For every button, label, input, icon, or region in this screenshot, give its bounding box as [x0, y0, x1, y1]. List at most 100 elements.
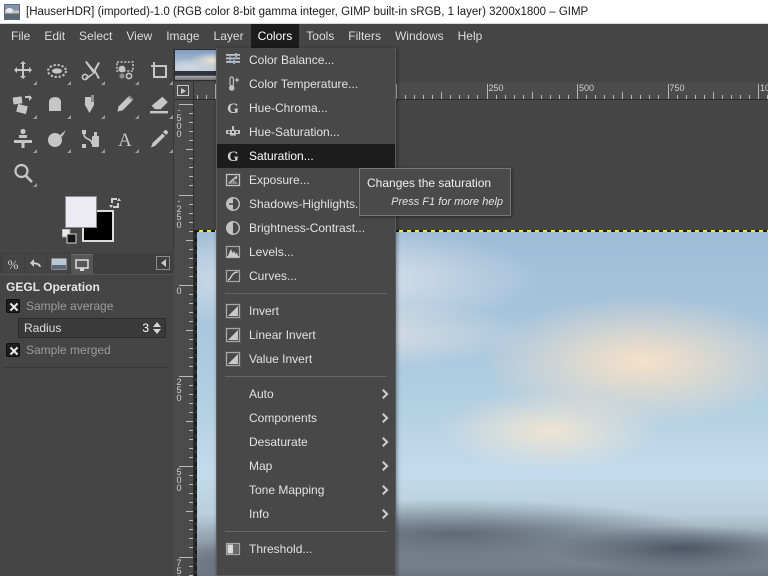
swap-colors-icon[interactable]	[108, 196, 122, 210]
menubar-item-windows[interactable]: Windows	[388, 24, 451, 48]
images-tab-icon[interactable]	[48, 254, 70, 274]
colors-menu-item-value-invert[interactable]: Value Invert	[217, 347, 395, 371]
undo-history-tab-icon[interactable]	[25, 254, 47, 274]
ruler-tick	[189, 447, 193, 449]
colors-menu-item-components[interactable]: Components	[217, 406, 395, 430]
ruler-tick	[694, 95, 696, 99]
color-area[interactable]	[61, 196, 122, 244]
colors-menu-item-label: Threshold...	[249, 542, 313, 556]
dock-tab-strip[interactable]: %	[0, 253, 174, 275]
vertical-ruler[interactable]: -500 -250 0 250 500 750	[174, 100, 194, 576]
tool-corner-triangle	[67, 115, 71, 119]
dock-menu-button[interactable]	[156, 256, 170, 270]
svg-text:G: G	[227, 101, 239, 116]
menubar-item-help[interactable]: Help	[451, 24, 490, 48]
menu-bar[interactable]: File Edit Select View Image Layer Colors Tools F…	[0, 24, 768, 48]
colors-menu-item-invert[interactable]: Invert	[217, 299, 395, 323]
menubar-item-tools[interactable]: Tools	[299, 24, 341, 48]
menubar-item-colors[interactable]: Colors	[250, 24, 300, 48]
colors-menu-item-label: Saturation...	[249, 149, 314, 163]
foreground-color-swatch[interactable]	[65, 196, 97, 228]
ruler-tick	[189, 384, 193, 386]
colors-menu-item-tone-mapping[interactable]: Tone Mapping	[217, 478, 395, 502]
transform-tool-icon[interactable]	[6, 88, 40, 122]
fuzzy-select-tool-icon[interactable]	[108, 54, 142, 88]
tool-corner-triangle	[67, 81, 71, 85]
ruler-corner-navigation[interactable]	[174, 82, 194, 100]
menubar-item-filters[interactable]: Filters	[341, 24, 388, 48]
color-temperature-icon	[225, 76, 241, 92]
quick-navigation-icon[interactable]	[177, 85, 189, 96]
menu-separator	[225, 531, 387, 532]
colors-menu-item-levels[interactable]: Levels...	[217, 240, 395, 264]
ruler-tick	[189, 339, 193, 341]
svg-text:G: G	[227, 149, 239, 164]
device-status-tab-icon[interactable]	[71, 254, 93, 274]
colors-menu-item-auto[interactable]: Auto	[217, 382, 395, 406]
colors-menu-item-info[interactable]: Info	[217, 502, 395, 526]
reset-colors-icon[interactable]	[61, 228, 77, 244]
colors-menu-item-label: Components	[249, 411, 318, 425]
colors-menu-item-color-balance[interactable]: Color Balance...	[217, 48, 395, 72]
text-tool-icon[interactable]: A	[108, 122, 142, 156]
menubar-item-layer[interactable]: Layer	[207, 24, 251, 48]
tool-corner-triangle	[101, 115, 105, 119]
menubar-item-select[interactable]: Select	[72, 24, 119, 48]
clone-tool-icon[interactable]	[6, 122, 40, 156]
color-picker-tool-icon[interactable]	[142, 122, 176, 156]
move-tool-icon[interactable]	[6, 54, 40, 88]
left-dock: A % GEGL Operation Sample average Radius…	[0, 48, 174, 576]
ruler-tick	[595, 95, 597, 99]
colors-menu-item-color-temperature[interactable]: Color Temperature...	[217, 72, 395, 96]
zoom-tool-icon[interactable]	[6, 156, 40, 190]
menubar-item-edit[interactable]: Edit	[37, 24, 72, 48]
colors-menu-item-curves[interactable]: Curves...	[217, 264, 395, 288]
chevron-right-icon	[378, 509, 389, 519]
gradient-tool-icon[interactable]	[74, 88, 108, 122]
menu-separator	[225, 293, 387, 294]
colors-menu-item-threshold[interactable]: Threshold...	[217, 537, 395, 561]
smudge-tool-icon[interactable]	[40, 122, 74, 156]
colors-menu-item-brightness-contrast[interactable]: Brightness-Contrast...	[217, 216, 395, 240]
menubar-item-image[interactable]: Image	[159, 24, 206, 48]
colors-menu-item-saturation[interactable]: G Saturation...	[217, 144, 395, 168]
ruler-tick	[730, 95, 732, 99]
radius-decrement-icon[interactable]	[153, 329, 161, 334]
colors-menu-item-linear-invert[interactable]: Linear Invert	[217, 323, 395, 347]
eraser-tool-icon[interactable]	[142, 88, 176, 122]
colors-menu-item-hue-saturation[interactable]: Hue-Saturation...	[217, 120, 395, 144]
colors-menu-item-desaturate[interactable]: Desaturate	[217, 430, 395, 454]
menubar-item-file[interactable]: File	[4, 24, 37, 48]
toolbox[interactable]: A	[0, 48, 174, 193]
colors-menu-item-label: Invert	[249, 304, 280, 318]
paths-tool-icon[interactable]	[74, 122, 108, 156]
tool-options-tab-icon[interactable]: %	[2, 254, 24, 274]
pencil-tool-icon[interactable]	[108, 88, 142, 122]
tool-corner-triangle	[67, 149, 71, 153]
ellipse-select-tool-icon[interactable]	[40, 54, 74, 88]
colors-menu-item-label: Color Balance...	[249, 53, 335, 67]
ruler-tick	[189, 248, 193, 250]
ruler-tick	[189, 493, 193, 495]
radius-increment-icon[interactable]	[153, 322, 161, 327]
colors-menu-popup[interactable]: Color Balance... Color Temperature... G Hue…	[216, 48, 396, 576]
tool-corner-triangle	[169, 81, 173, 85]
menubar-item-view[interactable]: View	[119, 24, 159, 48]
radius-spinner[interactable]: Radius 3	[18, 318, 166, 338]
ruler-tick	[186, 420, 193, 422]
colors-menu-item-hue-chroma[interactable]: G Hue-Chroma...	[217, 96, 395, 120]
ruler-tick	[189, 221, 193, 223]
sample-merged-label: Sample merged	[26, 343, 111, 357]
crop-tool-icon[interactable]	[142, 54, 176, 88]
scissors-select-tool-icon[interactable]	[74, 54, 108, 88]
colors-menu-item-label: Auto	[249, 387, 274, 401]
sample-merged-checkbox[interactable]	[6, 343, 20, 357]
radius-stepper[interactable]	[152, 322, 165, 334]
sample-average-label: Sample average	[26, 299, 114, 313]
bucket-fill-tool-icon[interactable]	[40, 88, 74, 122]
colors-menu-item-map[interactable]: Map	[217, 454, 395, 478]
radius-value[interactable]: 3	[142, 321, 152, 335]
sample-average-checkbox[interactable]	[6, 299, 20, 313]
sample-average-row[interactable]: Sample average	[0, 297, 174, 315]
sample-merged-row[interactable]: Sample merged	[0, 341, 174, 359]
